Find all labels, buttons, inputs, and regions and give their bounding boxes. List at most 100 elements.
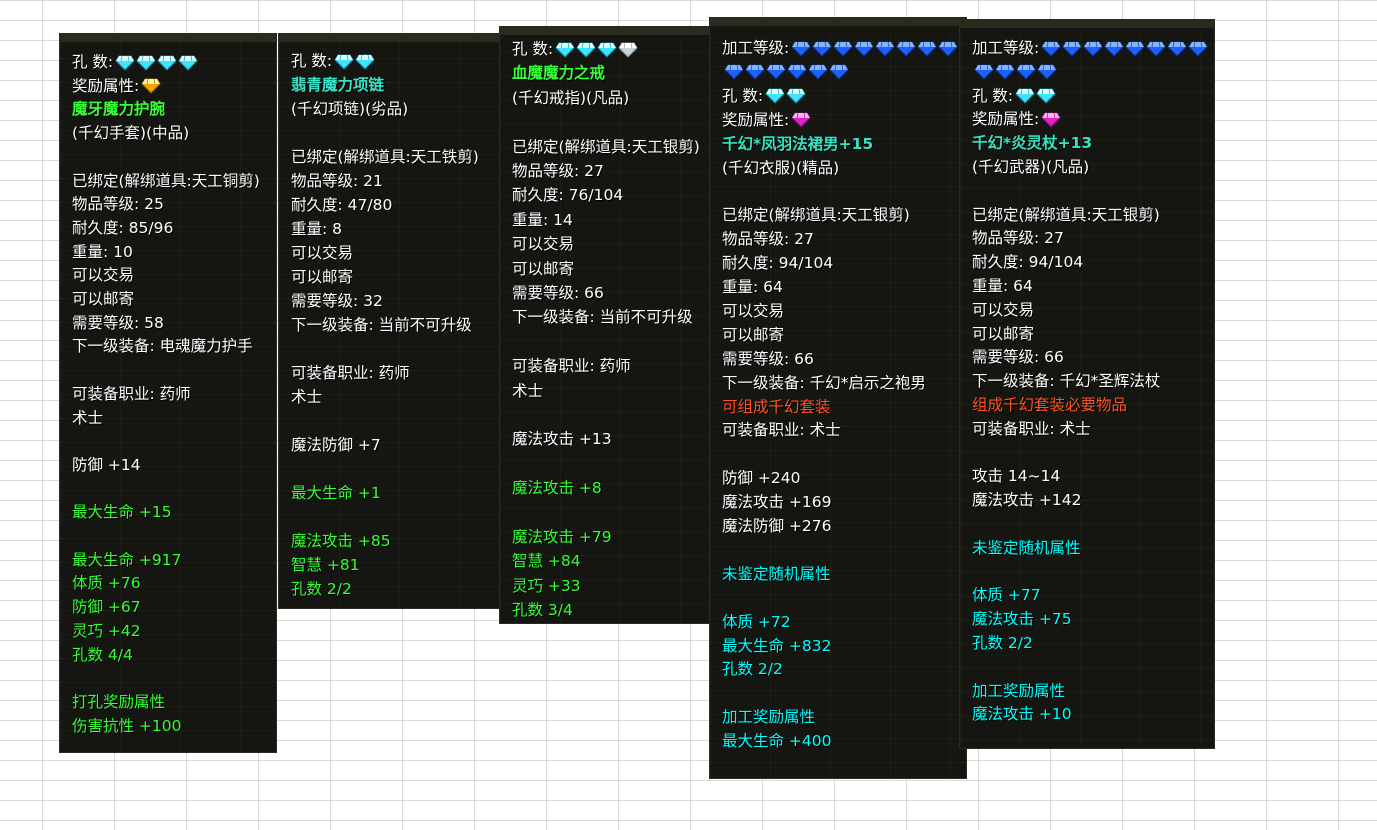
tooltip-line-text: 已绑定(解绑道具:天工银剪) bbox=[722, 206, 910, 225]
tooltip-line-text: 魔法防御 +7 bbox=[291, 436, 381, 454]
tooltip-line-text: 孔数 2/2 bbox=[722, 660, 783, 679]
blue-gem-icon bbox=[791, 41, 811, 57]
tooltip-line: 奖励属性: bbox=[72, 76, 161, 96]
tooltip-line-text: 需要等级: 66 bbox=[972, 348, 1064, 367]
tooltip-line-text: 物品等级: 27 bbox=[972, 229, 1064, 248]
tooltip-line: 血魔魔力之戒 bbox=[512, 63, 605, 83]
tooltip-line-text: 孔数 2/2 bbox=[972, 634, 1033, 652]
tooltip-line-text: 未鉴定随机属性 bbox=[972, 538, 1081, 557]
tooltip-line: 下一级装备: 千幻*启示之袍男 bbox=[722, 373, 926, 393]
tooltip-line: 物品等级: 21 bbox=[291, 171, 383, 191]
tooltip-line-text: 需要等级: 58 bbox=[72, 313, 164, 332]
tooltip-line: 魔牙魔力护腕 bbox=[72, 99, 165, 119]
tooltip-line: 物品等级: 27 bbox=[722, 229, 814, 249]
tooltip-line-text: 魔法攻击 +10 bbox=[972, 705, 1072, 724]
gold-gem-icon bbox=[141, 78, 161, 94]
tooltip-line-text: 组成千幻套装必要物品 bbox=[972, 396, 1128, 414]
tooltip-line-text: 加工奖励属性 bbox=[722, 708, 816, 727]
tooltip-line: 孔 数: bbox=[72, 52, 198, 72]
tooltip-line-text: 下一级装备: 电魂魔力护手 bbox=[72, 337, 253, 356]
blue-gem-icon bbox=[724, 64, 744, 81]
tooltip-line-text: 下一级装备: 千幻*启示之袍男 bbox=[722, 373, 926, 392]
tooltip-line: 最大生命 +832 bbox=[722, 636, 832, 656]
tooltip-line-text: (千幻戒指)(凡品) bbox=[512, 88, 630, 107]
blue-gem-icon bbox=[1167, 41, 1187, 57]
tooltip-line-text: 魔法攻击 +85 bbox=[291, 532, 391, 550]
tooltip-line: 重量: 14 bbox=[512, 210, 573, 230]
tooltip-line-text: 已绑定(解绑道具:天工银剪) bbox=[972, 205, 1160, 224]
tooltip-line bbox=[722, 62, 849, 82]
tooltip-line-text: 下一级装备: 当前不可升级 bbox=[512, 308, 693, 327]
tooltip-line bbox=[972, 62, 1057, 82]
blue-gem-icon bbox=[1016, 64, 1036, 81]
tooltip-line-text: 重量: 64 bbox=[972, 277, 1033, 295]
tooltip-staff: 加工等级: 孔 数: 奖励属性: 千幻*炎灵杖+13 (千幻武器)(凡品) 已绑定(解绑道… bbox=[960, 20, 1214, 748]
tooltip-line-text: 孔 数: bbox=[722, 86, 764, 105]
cyan-gem-icon bbox=[765, 88, 785, 105]
tooltip-line-text: 可以交易 bbox=[512, 235, 575, 254]
tooltip-line: 可以交易 bbox=[972, 300, 1034, 320]
tooltip-line: 孔 数: bbox=[972, 86, 1056, 106]
tooltip-line-text: 可以邮寄 bbox=[291, 268, 354, 286]
tooltip-line-text: 防御 +67 bbox=[72, 598, 141, 617]
cyan-gem-icon bbox=[597, 42, 617, 58]
tooltip-line-text: 可组成千幻套装 bbox=[722, 397, 831, 416]
tooltip-line: 孔数 4/4 bbox=[72, 645, 133, 665]
tooltip-line-text: 魔法攻击 +75 bbox=[972, 610, 1072, 629]
tooltip-line-text: 重量: 64 bbox=[722, 278, 783, 296]
tooltip-line: 耐久度: 94/104 bbox=[972, 252, 1083, 272]
tooltip-line: 打孔奖励属性 bbox=[72, 692, 165, 712]
tooltip-line-text: 已绑定(解绑道具:天工银剪) bbox=[512, 137, 700, 156]
white-gem-icon bbox=[618, 42, 638, 58]
tooltip-line-text: 物品等级: 21 bbox=[291, 172, 383, 190]
tooltip-line-text: 可以交易 bbox=[72, 266, 135, 285]
tooltip-line-text: 加工奖励属性 bbox=[972, 681, 1066, 700]
tooltip-line-text: 魔法攻击 +13 bbox=[512, 430, 612, 449]
blue-gem-icon bbox=[812, 41, 832, 57]
tooltip-line: 可装备职业: 药师 bbox=[72, 384, 191, 404]
tooltip-line: 已绑定(解绑道具:天工铁剪) bbox=[291, 147, 479, 167]
tooltip-line: 防御 +67 bbox=[72, 597, 141, 617]
tooltip-line: 防御 +14 bbox=[72, 455, 141, 475]
blue-gem-icon bbox=[1146, 41, 1166, 57]
gem-row bbox=[791, 41, 958, 57]
tooltip-line: 下一级装备: 千幻*圣辉法杖 bbox=[972, 371, 1160, 391]
tooltip-line-text: 下一级装备: 千幻*圣辉法杖 bbox=[972, 372, 1161, 391]
tooltip-line: 可以邮寄 bbox=[722, 325, 784, 345]
tooltip-line-text: 智慧 +84 bbox=[512, 552, 581, 571]
cyan-gem-icon bbox=[334, 54, 354, 70]
tooltip-line: 耐久度: 85/96 bbox=[72, 218, 173, 238]
tooltip-line: 魔法攻击 +8 bbox=[512, 478, 602, 498]
tooltip-line: 可以邮寄 bbox=[512, 259, 574, 279]
tooltip-line-text: 加工等级: bbox=[722, 39, 790, 57]
cyan-gem-icon bbox=[1015, 88, 1035, 104]
tooltip-line: 最大生命 +15 bbox=[72, 502, 172, 522]
tooltip-line: 灵巧 +33 bbox=[512, 576, 581, 596]
tooltip-necklace: 孔 数: 翡青魔力项链 (千幻项链)(劣品) 已绑定(解绑道具:天工铁剪) 物品等级: … bbox=[279, 34, 503, 608]
tooltip-line-text: 可装备职业: 药师 bbox=[72, 384, 191, 403]
gem-row bbox=[555, 42, 638, 58]
tooltip-line-text: 可装备职业: 术士 bbox=[722, 421, 841, 440]
tooltip-line: 耐久度: 76/104 bbox=[512, 185, 623, 205]
tooltip-line: 奖励属性: bbox=[722, 110, 811, 130]
tooltip-line-text: 最大生命 +1 bbox=[291, 484, 381, 502]
blue-gem-icon bbox=[1083, 41, 1103, 57]
tooltip-top-border bbox=[500, 27, 712, 35]
tooltip-line-text: 灵巧 +42 bbox=[72, 621, 141, 640]
tooltip-line-text: 孔 数: bbox=[512, 40, 554, 58]
tooltip-line-text: 加工等级: bbox=[972, 39, 1040, 57]
cyan-gem-icon bbox=[355, 54, 375, 70]
tooltip-line-text: 可装备职业: 药师 bbox=[512, 357, 631, 376]
cyan-gem-icon bbox=[136, 55, 156, 71]
tooltip-line: 下一级装备: 电魂魔力护手 bbox=[72, 336, 253, 356]
tooltip-line: 可装备职业: 术士 bbox=[972, 419, 1091, 439]
tooltip-line-text: 魔牙魔力护腕 bbox=[72, 100, 166, 119]
cyan-gem-icon bbox=[1036, 88, 1056, 104]
tooltip-line-text: 魔法攻击 +79 bbox=[512, 528, 612, 546]
tooltip-line: 体质 +72 bbox=[722, 612, 791, 632]
tooltip-line: 下一级装备: 当前不可升级 bbox=[291, 315, 472, 335]
tooltip-line-text: 已绑定(解绑道具:天工铜剪) bbox=[72, 171, 260, 190]
tooltip-line-text: 孔数 4/4 bbox=[72, 645, 133, 664]
tooltip-line-text: 翡青魔力项链 bbox=[291, 76, 385, 94]
tooltip-line-text: 灵巧 +33 bbox=[512, 576, 581, 595]
